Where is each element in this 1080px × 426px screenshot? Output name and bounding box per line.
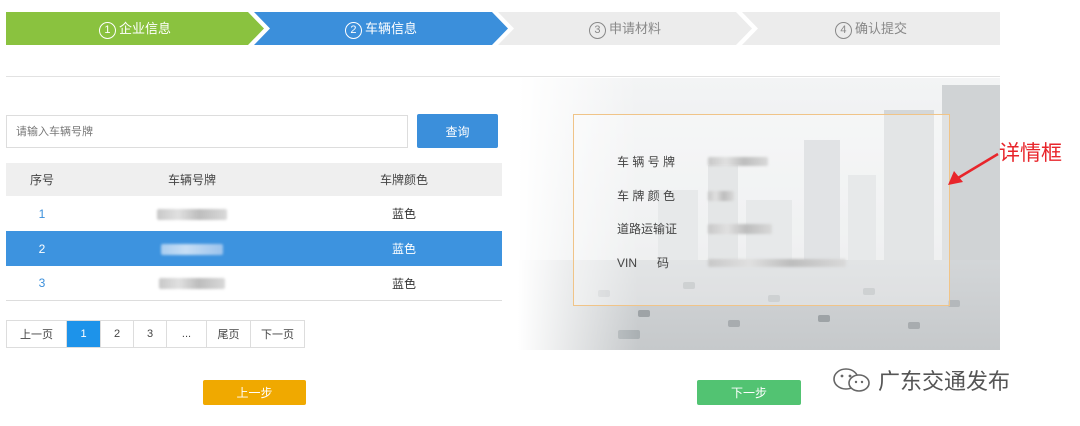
page-3-button[interactable]: 3	[134, 321, 167, 347]
step-2-vehicle-info: 2 车辆信息	[254, 12, 508, 45]
blurred-plate-value	[708, 157, 768, 166]
blurred-plate	[157, 208, 227, 220]
step-label: 确认提交	[854, 21, 907, 36]
detail-color-label: 车 牌 颜 色	[617, 189, 676, 203]
row-plate	[78, 276, 306, 290]
detail-row-plate: 车 辆 号 牌	[617, 153, 768, 170]
last-page-button[interactable]: 尾页	[207, 321, 251, 347]
previous-step-button[interactable]: 上一步	[203, 380, 306, 405]
prev-page-button[interactable]: 上一页	[7, 321, 67, 347]
plate-search-input[interactable]	[6, 115, 408, 148]
header-plate-color: 车牌颜色	[379, 173, 428, 187]
step-number: 4	[834, 22, 852, 39]
blurred-plate	[159, 278, 225, 290]
detail-row-license: 道路运输证	[617, 220, 772, 237]
detail-license-label: 道路运输证	[617, 222, 678, 236]
watermark: 广东交通发布	[831, 364, 1010, 396]
row-plate-color: 蓝色	[391, 276, 416, 291]
annotation-arrow-icon	[948, 152, 999, 185]
detail-row-color: 车 牌 颜 色	[617, 187, 734, 204]
pagination: 上一页 1 2 3 ... 尾页 下一页	[6, 320, 305, 348]
header-plate: 车辆号牌	[167, 173, 216, 187]
wechat-icon	[833, 368, 870, 392]
step-label: 申请材料	[608, 21, 661, 36]
page-1-button[interactable]: 1	[67, 321, 101, 347]
row-plate-color: 蓝色	[391, 242, 416, 256]
table-row[interactable]: 3 蓝色	[6, 266, 502, 301]
row-index[interactable]: 2	[6, 242, 78, 256]
step-1-enterprise-info: 1 企业信息	[6, 12, 264, 45]
row-plate-color: 蓝色	[391, 207, 416, 221]
step-4-confirm-submit: 4 确认提交	[742, 12, 1000, 45]
step-progress-bar: 1 企业信息 2 车辆信息 3 申请材料 4 确认提交	[6, 12, 1000, 45]
detail-vin-label: VIN 码	[617, 256, 670, 270]
step-number: 3	[588, 22, 606, 39]
blurred-vin-value	[708, 258, 846, 267]
watermark-text: 广东交通发布	[878, 370, 1011, 395]
blurred-plate	[161, 243, 223, 255]
page-ellipsis: ...	[167, 321, 207, 347]
row-index[interactable]: 3	[6, 276, 78, 290]
next-page-button[interactable]: 下一页	[251, 321, 304, 347]
detail-box-annotation: 详情框	[999, 141, 1062, 165]
blurred-license-value	[708, 223, 772, 234]
header-index: 序号	[29, 173, 54, 187]
detail-plate-label: 车 辆 号 牌	[617, 155, 676, 169]
vehicle-table: 序号 车辆号牌 车牌颜色 1 蓝色 2 蓝色 3 蓝色	[6, 163, 502, 301]
row-plate	[78, 207, 306, 221]
step-number: 2	[344, 22, 362, 39]
page-2-button[interactable]: 2	[101, 321, 134, 347]
search-button[interactable]: 查询	[417, 114, 498, 148]
next-step-button[interactable]: 下一步	[697, 380, 801, 405]
step-3-application-materials: 3 申请材料	[498, 12, 752, 45]
step-label: 企业信息	[118, 21, 171, 36]
row-plate	[78, 242, 306, 256]
blurred-color-value	[708, 190, 734, 201]
vehicle-detail-box: 车 辆 号 牌 车 牌 颜 色 道路运输证 VIN 码	[573, 114, 950, 306]
table-header: 序号 车辆号牌 车牌颜色	[6, 163, 502, 196]
section-divider	[6, 76, 1000, 77]
step-number: 1	[98, 22, 116, 39]
step-label: 车辆信息	[364, 21, 417, 36]
table-row-selected[interactable]: 2 蓝色	[6, 231, 502, 266]
table-row[interactable]: 1 蓝色	[6, 196, 502, 231]
row-index[interactable]: 1	[6, 207, 78, 221]
detail-row-vin: VIN 码	[617, 254, 846, 271]
